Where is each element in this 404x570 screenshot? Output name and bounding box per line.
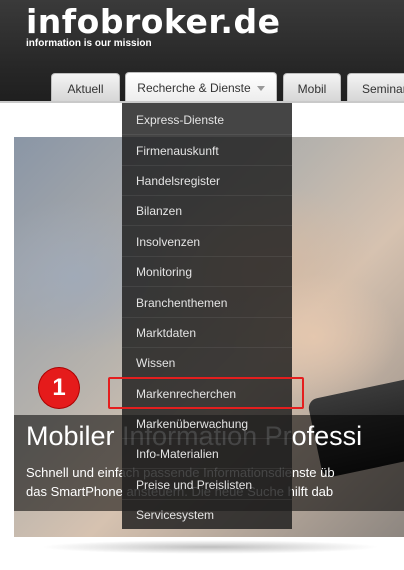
menu-separator: [122, 134, 292, 135]
menu-item-wissen[interactable]: Wissen: [136, 355, 175, 371]
menu-item-markenueberwachung[interactable]: Markenüberwachung: [136, 416, 248, 432]
hero-shadow: [40, 540, 380, 554]
menu-item-info-materialien[interactable]: Info-Materialien: [136, 446, 219, 462]
menu-item-express-dienste[interactable]: Express-Dienste: [136, 112, 224, 128]
menu-item-handelsregister[interactable]: Handelsregister: [136, 173, 220, 189]
menu-item-monitoring[interactable]: Monitoring: [136, 264, 192, 280]
menu-separator: [122, 468, 292, 469]
tab-label: Seminar: [362, 82, 404, 96]
site-header: infobroker.de information is our mission…: [0, 0, 404, 102]
menu-separator: [122, 438, 292, 439]
menu-separator: [122, 256, 292, 257]
step-badge: 1: [39, 368, 79, 408]
menu-separator: [122, 286, 292, 287]
menu-separator: [122, 499, 292, 500]
menu-item-marktdaten[interactable]: Marktdaten: [136, 325, 196, 341]
menu-separator: [122, 165, 292, 166]
tab-mobil[interactable]: Mobil: [283, 73, 341, 101]
menu-separator: [122, 347, 292, 348]
menu-item-preise-preislisten[interactable]: Preise und Preislisten: [136, 477, 252, 493]
tab-seminar[interactable]: Seminar: [347, 73, 404, 101]
menu-separator: [122, 195, 292, 196]
tab-recherche-dienste[interactable]: Recherche & Dienste: [125, 72, 277, 102]
dropdown-menu: Express-Dienste Firmenauskunft Handelsre…: [122, 103, 292, 529]
menu-item-bilanzen[interactable]: Bilanzen: [136, 203, 182, 219]
menu-item-firmenauskunft[interactable]: Firmenauskunft: [136, 143, 219, 159]
tab-label: Mobil: [297, 82, 327, 96]
menu-item-insolvenzen[interactable]: Insolvenzen: [136, 234, 200, 250]
menu-separator: [122, 225, 292, 226]
chevron-down-icon: [256, 86, 265, 92]
site-tagline: information is our mission: [26, 38, 152, 49]
highlight-box: [108, 377, 304, 409]
site-logo[interactable]: infobroker.de: [26, 2, 280, 42]
menu-item-branchenthemen[interactable]: Branchenthemen: [136, 295, 227, 311]
tab-aktuell[interactable]: Aktuell: [51, 73, 120, 101]
menu-separator: [122, 317, 292, 318]
tab-label: Aktuell: [67, 82, 104, 96]
menu-item-servicesystem[interactable]: Servicesystem: [136, 507, 214, 523]
tab-label: Recherche & Dienste: [137, 81, 251, 95]
